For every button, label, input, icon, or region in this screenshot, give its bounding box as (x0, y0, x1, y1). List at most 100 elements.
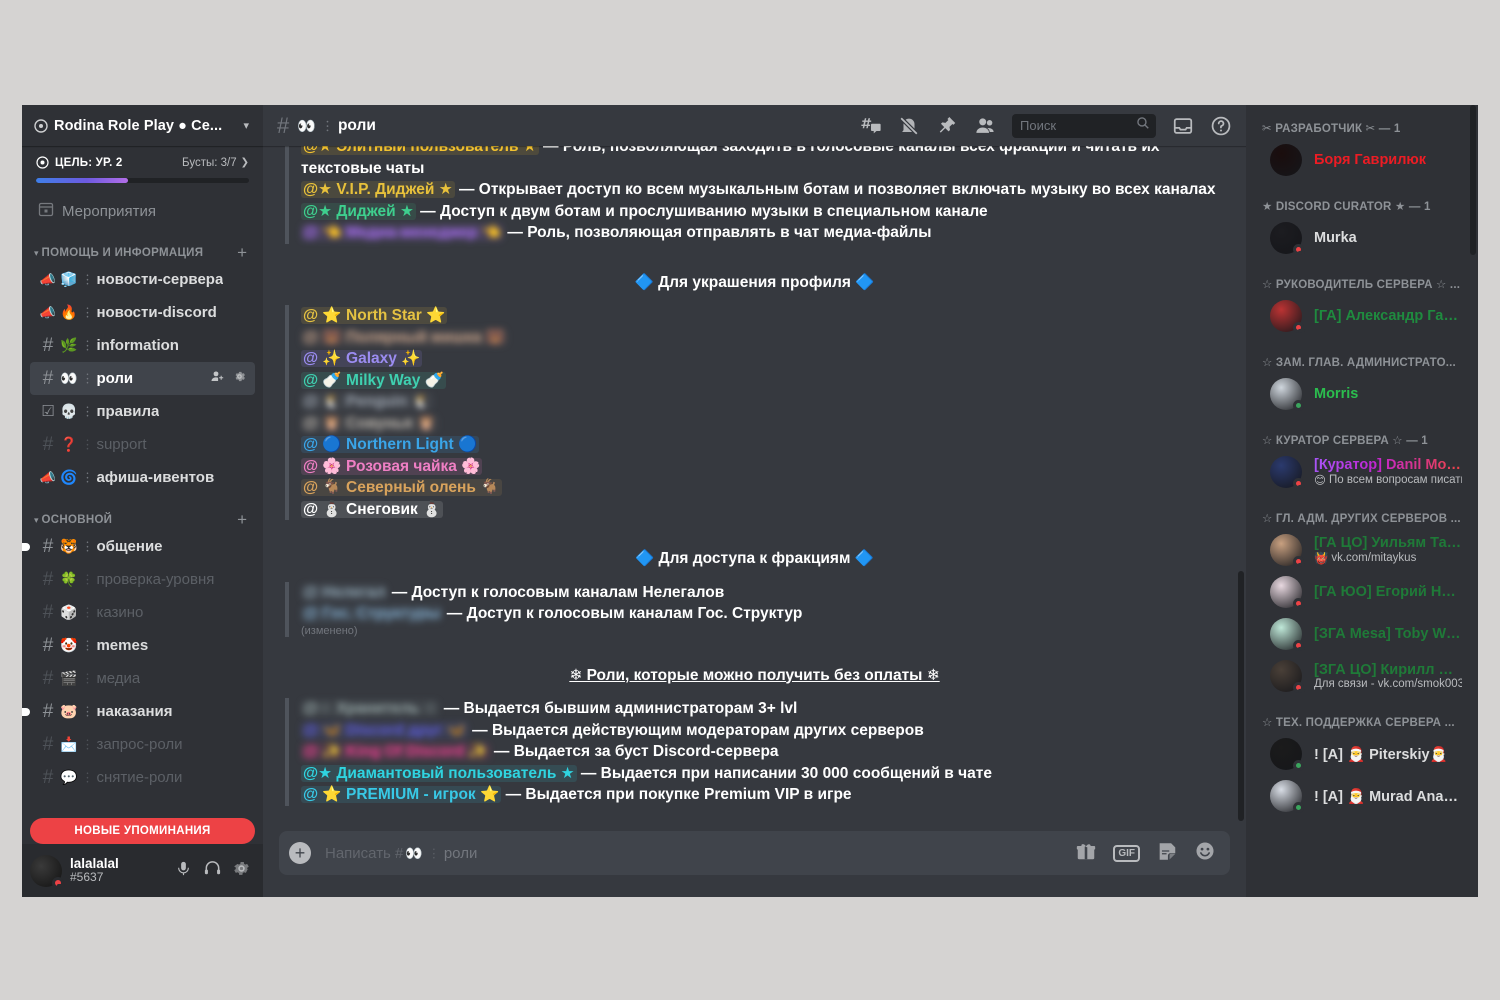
member-list-item[interactable]: ! [A] 🎅 Murad Anak... (1254, 775, 1470, 817)
member-list-item[interactable]: [ЗГА Mesa] Toby Wil... (1254, 613, 1470, 655)
message-line: @ 🍼 Milky Way 🍼 (301, 370, 1228, 392)
member-list-icon[interactable] (974, 115, 996, 137)
member-list-item[interactable]: [ГА ЮО] Егорий Нэт... (1254, 571, 1470, 613)
sidebar-item-проверка-уровня[interactable]: # 🍀 ︙ проверка-уровня (30, 563, 255, 596)
member-list[interactable]: ✂ РАЗРАБОТЧИК ✂ — 1 Боря Гаврилюк ★ DISCOR… (1246, 105, 1478, 897)
avatar[interactable] (30, 854, 65, 889)
add-attachment-icon[interactable]: + (289, 842, 311, 864)
avatar[interactable] (1270, 618, 1305, 651)
sidebar-item-information[interactable]: # 🌿 ︙ information (30, 329, 255, 362)
threads-icon[interactable] (860, 115, 882, 137)
member-list-item[interactable]: Боря Гаврилюк (1254, 139, 1470, 181)
new-mentions-banner[interactable]: НОВЫЕ УПОМИНАНИЯ (30, 818, 255, 844)
member-list-scrollbar[interactable] (1470, 105, 1476, 255)
sidebar-item-общение[interactable]: # 🐯 ︙ общение (22, 530, 255, 563)
sticker-icon[interactable] (1156, 840, 1178, 867)
channel-settings-icon[interactable] (232, 369, 247, 389)
member-list-item[interactable]: Murka (1254, 217, 1470, 259)
role-mention[interactable]: @ Нелегал (301, 583, 388, 601)
server-header[interactable]: Rodina Role Play ● Ce... ▾ (22, 105, 263, 146)
sidebar-item-правила[interactable]: ☑ 💀 ︙ правила (30, 395, 255, 428)
avatar[interactable] (1270, 456, 1305, 489)
role-mention[interactable]: @★ V.I.P. Диджей ★ (301, 181, 455, 198)
headphones-icon[interactable] (203, 859, 222, 883)
user-tag: #5637 (70, 870, 104, 885)
role-mention[interactable]: @ 🐐 Северный олень 🐐 (301, 479, 502, 496)
role-mention[interactable]: @ 🔵 Northern Light 🔵 (301, 436, 480, 453)
role-mention[interactable]: @ 🍼 Milky Way 🍼 (301, 371, 446, 389)
member-list-item[interactable]: [ЗГА ЦО] Кирилл Аг... Для связи - vk.com/… (1254, 655, 1470, 697)
sidebar-item-снятие-роли[interactable]: # 💬 ︙ снятие-роли (30, 761, 255, 794)
role-mention[interactable]: @★ Элитный пользователь ★ (301, 146, 539, 155)
role-mention[interactable]: @★ Диджей ★ (301, 202, 416, 220)
message-input[interactable]: Написать # 👀 ︙ роли (325, 845, 1075, 862)
role-mention[interactable]: @ ⭐ North Star ⭐ (301, 307, 448, 324)
channel-category-1[interactable]: ▾ ПОМОЩЬ И ИНФОРМАЦИЯ + (30, 243, 255, 261)
avatar[interactable] (1270, 378, 1304, 411)
events-item[interactable]: Мероприятия (30, 195, 255, 227)
add-channel-icon[interactable]: + (237, 244, 247, 261)
chevron-down-icon: ▾ (34, 247, 39, 258)
sidebar-item-label: новости-discord (96, 304, 217, 321)
emoji-icon[interactable] (1194, 840, 1216, 867)
sidebar-item-наказания[interactable]: # 🐷 ︙ наказания (22, 695, 255, 728)
role-mention[interactable]: @ 👈 Медиа-менеджер 👈 (301, 224, 504, 241)
boost-goal-icon (36, 156, 49, 169)
member-list-item[interactable]: [ГА ЦО] Уильям Тай... 👹 vk.com/mitaykus (1254, 529, 1470, 571)
member-list-item[interactable]: ! [A] 🎅 Piterskiy🎅 (1254, 733, 1470, 775)
message-list[interactable]: @★ Элитный пользователь ★ — Роль, позвол… (263, 146, 1246, 831)
inbox-icon[interactable] (1172, 115, 1194, 137)
member-list-item[interactable]: [ГА] Александр Газа... (1254, 295, 1470, 337)
role-mention[interactable]: @ 🐻 Полярный мишка 🐻 (301, 328, 507, 346)
boost-progress-panel[interactable]: ЦЕЛЬ: УР. 2 Бусты: 3/7 ❯ (22, 146, 263, 183)
role-mention[interactable]: @ ✨ Galaxy ✨ (301, 350, 423, 367)
channel-separator-icon: ︙ (320, 119, 334, 134)
gear-icon[interactable] (232, 859, 251, 883)
avatar[interactable] (1270, 738, 1304, 771)
microphone-icon[interactable] (174, 859, 193, 883)
chevron-down-icon[interactable]: ▾ (243, 119, 249, 132)
role-mention[interactable]: @★ Диамантовый пользователь ★ (301, 764, 577, 782)
avatar[interactable] (1270, 660, 1305, 693)
gif-icon[interactable]: GIF (1113, 844, 1140, 862)
create-invite-icon[interactable] (210, 369, 225, 389)
sidebar-item-запрос-роли[interactable]: # 📩 ︙ запрос-роли (30, 728, 255, 761)
sidebar-item-memes[interactable]: # 🤡 ︙ memes (30, 629, 255, 662)
channel-category-2[interactable]: ▾ ОСНОВНОЙ + (30, 510, 255, 528)
role-mention[interactable]: @ 🦉 Совунья 🦉 (301, 414, 438, 432)
avatar[interactable] (1270, 534, 1305, 567)
sidebar-item-новости-discord[interactable]: 📣 🔥 ︙ новости-discord (30, 296, 255, 329)
role-mention[interactable]: @ 🦋 Discord друг 🦋 (301, 721, 468, 739)
role-mention[interactable]: @ ⭐ PREMIUM - игрок ⭐ (301, 786, 502, 803)
avatar[interactable] (1270, 576, 1305, 609)
message-composer[interactable]: + Написать # 👀 ︙ роли GIF (279, 831, 1230, 875)
sidebar-item-роли[interactable]: # 👀 ︙ роли (30, 362, 255, 395)
search-field[interactable] (1020, 118, 1136, 133)
role-mention[interactable]: @ Гос. Структуры (301, 605, 443, 622)
search-input[interactable] (1012, 113, 1156, 138)
sidebar-item-медиа[interactable]: # 🎬 ︙ медиа (30, 662, 255, 695)
avatar[interactable] (1270, 780, 1304, 813)
role-mention[interactable]: @ ✨ King Of Discord ✨ (301, 743, 490, 760)
role-mention[interactable]: @ 🐧 Penguin 🐧 (301, 393, 433, 410)
role-mention[interactable]: @ ⛄ Снеговик ⛄ (301, 500, 444, 518)
sidebar-item-support[interactable]: # ❓ ︙ support (30, 428, 255, 461)
pinned-messages-icon[interactable] (936, 115, 958, 137)
gift-icon[interactable] (1075, 840, 1097, 867)
member-list-item[interactable]: [Куратор] Danil Morris 😊 По всем вопросам … (1254, 451, 1470, 493)
add-channel-icon[interactable]: + (237, 511, 247, 528)
sidebar-item-казино[interactable]: # 🎲 ︙ казино (30, 596, 255, 629)
member-list-item[interactable]: Morris (1254, 373, 1470, 415)
avatar[interactable] (1270, 222, 1305, 255)
boost-count[interactable]: Бусты: 3/7 ❯ (182, 157, 249, 169)
avatar[interactable] (1270, 300, 1305, 333)
notifications-muted-icon[interactable] (898, 115, 920, 137)
sidebar-item-новости-сервера[interactable]: 📣 🧊 ︙ новости-сервера (30, 263, 255, 296)
chat-scrollbar[interactable] (1238, 571, 1244, 821)
channel-emoji: 🐯 (60, 538, 78, 554)
role-mention[interactable]: @ 🌸 Розовая чайка 🌸 (301, 457, 483, 475)
help-icon[interactable] (1210, 115, 1232, 137)
sidebar-item-афиша-ивентов[interactable]: 📣 🌀 ︙ афиша-ивентов (30, 461, 255, 494)
avatar[interactable] (1270, 144, 1302, 176)
role-mention[interactable]: @☆ Хранитель ☆ (301, 700, 440, 717)
